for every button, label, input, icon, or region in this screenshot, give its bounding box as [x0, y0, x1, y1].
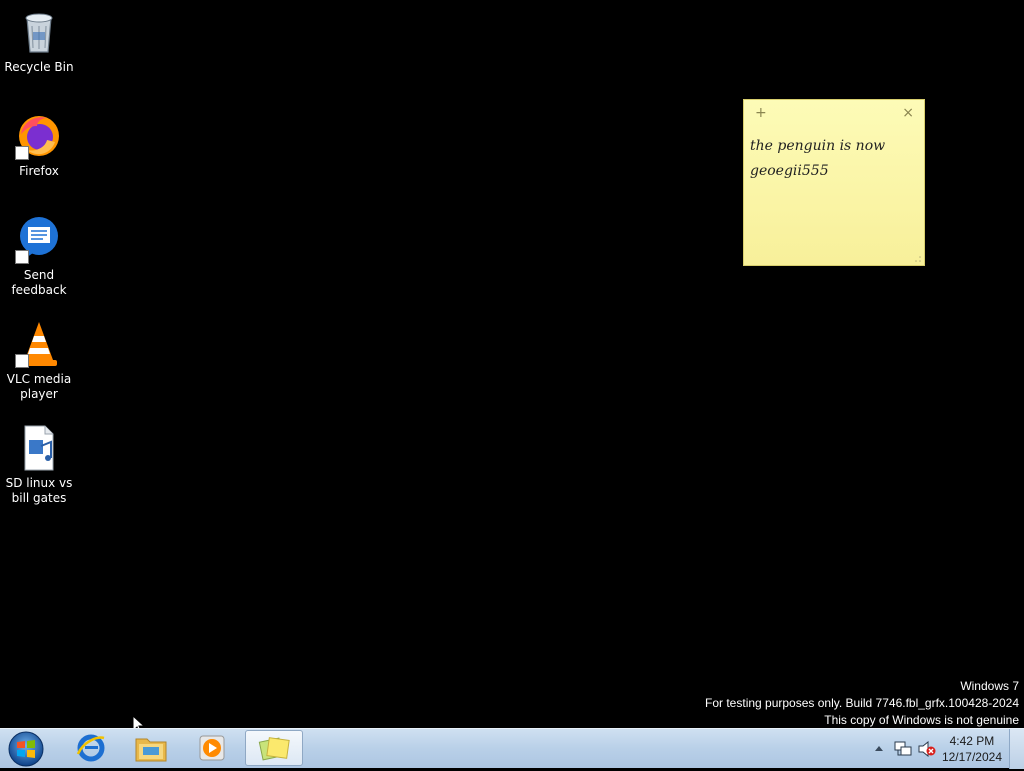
watermark-genuine: This copy of Windows is not genuine	[824, 713, 1019, 727]
watermark-title: Windows 7	[960, 679, 1019, 693]
desktop-icon-label: Send feedback	[11, 268, 67, 297]
media-file-icon	[15, 424, 63, 472]
sticky-notes-icon	[258, 737, 290, 761]
folder-icon	[135, 738, 167, 762]
desktop-icon-label: Firefox	[19, 164, 59, 178]
start-button[interactable]	[6, 730, 46, 768]
send-feedback-icon	[15, 216, 63, 264]
desktop-icon-recycle-bin[interactable]: Recycle Bin	[4, 8, 74, 75]
desktop-icon-send-feedback[interactable]: Send feedback	[4, 216, 74, 298]
windows-watermark: Windows 7 For testing purposes only. Bui…	[705, 678, 1019, 729]
shortcut-arrow-icon	[15, 146, 29, 160]
system-tray: 4:42 PM 12/17/2024	[864, 729, 1024, 769]
taskbar-internet-explorer-button[interactable]	[62, 730, 120, 766]
taskbar-sticky-notes-button[interactable]	[245, 730, 303, 766]
desktop-icon-label: SD linux vs bill gates	[5, 476, 73, 505]
delete-note-button[interactable]: ×	[902, 105, 914, 121]
desktop-icon-sd-linux-vs-bill-gates[interactable]: SD linux vs bill gates	[4, 424, 74, 506]
desktop-icon-label: VLC media player	[6, 372, 72, 401]
sticky-note-titlebar[interactable]: + ×	[744, 100, 924, 126]
taskbar-media-player-button[interactable]	[183, 730, 241, 766]
sticky-note[interactable]: + × the penguin is now geoegii555	[744, 100, 924, 265]
clock[interactable]: 4:42 PM 12/17/2024	[942, 733, 1002, 765]
desktop-icon-firefox[interactable]: Firefox	[4, 112, 74, 179]
watermark-build: For testing purposes only. Build 7746.fb…	[705, 696, 1019, 710]
clock-time: 4:42 PM	[949, 734, 995, 748]
network-icon[interactable]	[894, 741, 912, 757]
desktop-icon-vlc[interactable]: VLC media player	[4, 320, 74, 402]
resize-grip-icon[interactable]	[914, 255, 922, 263]
ie-icon	[76, 734, 105, 762]
firefox-icon	[15, 112, 63, 160]
show-desktop-button[interactable]	[1009, 729, 1024, 769]
clock-date: 12/17/2024	[941, 750, 1002, 764]
taskbar-windows-explorer-button[interactable]	[122, 730, 180, 766]
taskbar: 4:42 PM 12/17/2024	[0, 728, 1024, 769]
shortcut-arrow-icon	[15, 250, 29, 264]
sticky-note-text[interactable]: the penguin is now geoegii555	[744, 126, 924, 192]
media-player-icon	[199, 735, 225, 761]
volume-muted-icon[interactable]	[918, 741, 936, 757]
windows-logo-icon	[8, 731, 44, 767]
show-hidden-icons-chevron-icon[interactable]	[874, 744, 884, 752]
shortcut-arrow-icon	[15, 354, 29, 368]
desktop-icon-label: Recycle Bin	[4, 60, 74, 74]
vlc-icon	[15, 320, 63, 368]
add-note-button[interactable]: +	[755, 105, 767, 121]
recycle-bin-icon	[15, 8, 63, 56]
